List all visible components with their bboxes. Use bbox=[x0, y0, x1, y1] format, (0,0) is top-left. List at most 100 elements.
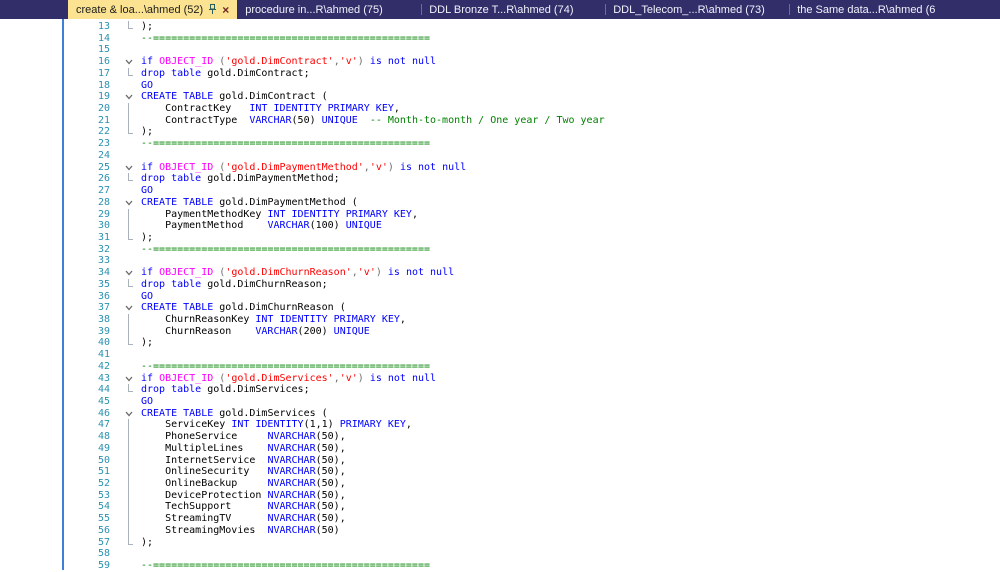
fold-margin bbox=[110, 384, 141, 396]
code-line[interactable]: 28CREATE TABLE gold.DimPaymentMethod ( bbox=[64, 197, 1000, 209]
code-line[interactable]: 40); bbox=[64, 337, 1000, 349]
code-line[interactable]: 31); bbox=[64, 232, 1000, 244]
tab-create-and-load[interactable]: create & loa...\ahmed (52) × bbox=[68, 0, 237, 19]
code-line[interactable]: 44drop table gold.DimServices; bbox=[64, 384, 1000, 396]
code-line[interactable]: 30 PaymentMethod VARCHAR(100) UNIQUE bbox=[64, 220, 1000, 232]
code-line[interactable]: 43if OBJECT_ID ('gold.DimServices','v') … bbox=[64, 373, 1000, 385]
code-text: ); bbox=[141, 537, 153, 549]
code-line[interactable]: 25if OBJECT_ID ('gold.DimPaymentMethod',… bbox=[64, 162, 1000, 174]
fold-collapse-icon[interactable] bbox=[110, 267, 141, 279]
line-number: 55 bbox=[64, 513, 110, 525]
code-line[interactable]: 29 PaymentMethodKey INT IDENTITY PRIMARY… bbox=[64, 209, 1000, 221]
code-line[interactable]: 53 DeviceProtection NVARCHAR(50), bbox=[64, 490, 1000, 502]
fold-collapse-icon[interactable] bbox=[110, 373, 141, 385]
tab-label: DDL_Telecom_...R\ahmed (73) bbox=[613, 4, 765, 16]
code-line[interactable]: 21 ContractType VARCHAR(50) UNIQUE -- Mo… bbox=[64, 115, 1000, 127]
code-area[interactable]: 13);14--================================… bbox=[64, 19, 1000, 570]
code-line[interactable]: 52 OnlineBackup NVARCHAR(50), bbox=[64, 478, 1000, 490]
code-line[interactable]: 56 StreamingMovies NVARCHAR(50) bbox=[64, 525, 1000, 537]
code-line[interactable]: 38 ChurnReasonKey INT IDENTITY PRIMARY K… bbox=[64, 314, 1000, 326]
code-editor[interactable]: 13);14--================================… bbox=[0, 19, 1000, 570]
line-number: 23 bbox=[64, 138, 110, 150]
line-number: 53 bbox=[64, 490, 110, 502]
fold-collapse-icon[interactable] bbox=[110, 162, 141, 174]
fold-collapse-icon[interactable] bbox=[110, 56, 141, 68]
code-line[interactable]: 54 TechSupport NVARCHAR(50), bbox=[64, 501, 1000, 513]
code-line[interactable]: 22); bbox=[64, 126, 1000, 138]
code-line[interactable]: 19CREATE TABLE gold.DimContract ( bbox=[64, 91, 1000, 103]
fold-margin bbox=[110, 361, 141, 373]
code-text: OnlineBackup NVARCHAR(50), bbox=[141, 478, 346, 490]
fold-collapse-icon[interactable] bbox=[110, 91, 141, 103]
line-number: 34 bbox=[64, 267, 110, 279]
code-line[interactable]: 32--====================================… bbox=[64, 244, 1000, 256]
fold-margin bbox=[110, 291, 141, 303]
code-line[interactable]: 34if OBJECT_ID ('gold.DimChurnReason','v… bbox=[64, 267, 1000, 279]
code-line[interactable]: 37CREATE TABLE gold.DimChurnReason ( bbox=[64, 302, 1000, 314]
code-text: drop table gold.DimChurnReason; bbox=[141, 279, 328, 291]
fold-collapse-icon[interactable] bbox=[110, 408, 141, 420]
code-line[interactable]: 39 ChurnReason VARCHAR(200) UNIQUE bbox=[64, 326, 1000, 338]
fold-margin bbox=[110, 220, 141, 232]
fold-margin bbox=[110, 244, 141, 256]
code-line[interactable]: 14--====================================… bbox=[64, 33, 1000, 45]
close-icon[interactable]: × bbox=[222, 4, 229, 16]
tab-the-same-data[interactable]: the Same data...R\ahmed (6 bbox=[789, 0, 973, 19]
code-line[interactable]: 20 ContractKey INT IDENTITY PRIMARY KEY, bbox=[64, 103, 1000, 115]
line-number: 18 bbox=[64, 80, 110, 92]
fold-collapse-icon[interactable] bbox=[110, 197, 141, 209]
code-line[interactable]: 55 StreamingTV NVARCHAR(50), bbox=[64, 513, 1000, 525]
fold-margin bbox=[110, 513, 141, 525]
code-text: ContractType VARCHAR(50) UNIQUE -- Month… bbox=[141, 115, 605, 127]
fold-margin bbox=[110, 560, 141, 572]
code-line[interactable]: 41 bbox=[64, 349, 1000, 361]
tab-ddl-bronze[interactable]: DDL Bronze T...R\ahmed (74) bbox=[421, 0, 605, 19]
fold-margin bbox=[110, 490, 141, 502]
code-text: ); bbox=[141, 337, 153, 349]
code-line[interactable]: 23 --====================================… bbox=[64, 138, 1000, 150]
code-line[interactable]: 58 bbox=[64, 548, 1000, 560]
code-text: PaymentMethod VARCHAR(100) UNIQUE bbox=[141, 220, 382, 232]
code-text: CREATE TABLE gold.DimPaymentMethod ( bbox=[141, 197, 358, 209]
code-line[interactable]: 45GO bbox=[64, 396, 1000, 408]
code-line[interactable]: 26drop table gold.DimPaymentMethod; bbox=[64, 173, 1000, 185]
code-line[interactable]: 48 PhoneService NVARCHAR(50), bbox=[64, 431, 1000, 443]
code-line[interactable]: 46CREATE TABLE gold.DimServices ( bbox=[64, 408, 1000, 420]
code-text: if OBJECT_ID ('gold.DimContract','v') is… bbox=[141, 56, 436, 68]
code-line[interactable]: 17drop table gold.DimContract; bbox=[64, 68, 1000, 80]
code-line[interactable]: 16if OBJECT_ID ('gold.DimContract','v') … bbox=[64, 56, 1000, 68]
code-line[interactable]: 18GO bbox=[64, 80, 1000, 92]
tab-procedure[interactable]: procedure in...R\ahmed (75) bbox=[237, 0, 421, 19]
pin-icon[interactable] bbox=[208, 4, 217, 15]
code-text: CREATE TABLE gold.DimChurnReason ( bbox=[141, 302, 346, 314]
code-line[interactable]: 15 bbox=[64, 44, 1000, 56]
code-line[interactable]: 33 bbox=[64, 255, 1000, 267]
tab-label: procedure in...R\ahmed (75) bbox=[245, 4, 383, 16]
code-line[interactable]: 35drop table gold.DimChurnReason; bbox=[64, 279, 1000, 291]
code-line[interactable]: 51 OnlineSecurity NVARCHAR(50), bbox=[64, 466, 1000, 478]
code-text: --======================================… bbox=[141, 138, 430, 150]
code-line[interactable]: 36GO bbox=[64, 291, 1000, 303]
code-line[interactable]: 59--====================================… bbox=[64, 560, 1000, 572]
fold-margin bbox=[110, 478, 141, 490]
line-number: 54 bbox=[64, 501, 110, 513]
fold-collapse-icon[interactable] bbox=[110, 302, 141, 314]
code-line[interactable]: 24 bbox=[64, 150, 1000, 162]
tab-ddl-telecom[interactable]: DDL_Telecom_...R\ahmed (73) bbox=[605, 0, 789, 19]
code-line[interactable]: 57); bbox=[64, 537, 1000, 549]
code-text: ChurnReasonKey INT IDENTITY PRIMARY KEY, bbox=[141, 314, 406, 326]
code-line[interactable]: 49 MultipleLines NVARCHAR(50), bbox=[64, 443, 1000, 455]
code-text: OnlineSecurity NVARCHAR(50), bbox=[141, 466, 346, 478]
code-text: StreamingMovies NVARCHAR(50) bbox=[141, 525, 340, 537]
line-number: 44 bbox=[64, 384, 110, 396]
code-line[interactable]: 50 InternetService NVARCHAR(50), bbox=[64, 455, 1000, 467]
fold-margin bbox=[110, 103, 141, 115]
code-text: drop table gold.DimContract; bbox=[141, 68, 310, 80]
code-line[interactable]: 42--====================================… bbox=[64, 361, 1000, 373]
code-line[interactable]: 27GO bbox=[64, 185, 1000, 197]
tab-label: create & loa...\ahmed (52) bbox=[76, 4, 203, 16]
code-line[interactable]: 13); bbox=[64, 21, 1000, 33]
code-text: ContractKey INT IDENTITY PRIMARY KEY, bbox=[141, 103, 400, 115]
code-text: if OBJECT_ID ('gold.DimServices','v') is… bbox=[141, 373, 436, 385]
code-line[interactable]: 47 ServiceKey INT IDENTITY(1,1) PRIMARY … bbox=[64, 419, 1000, 431]
